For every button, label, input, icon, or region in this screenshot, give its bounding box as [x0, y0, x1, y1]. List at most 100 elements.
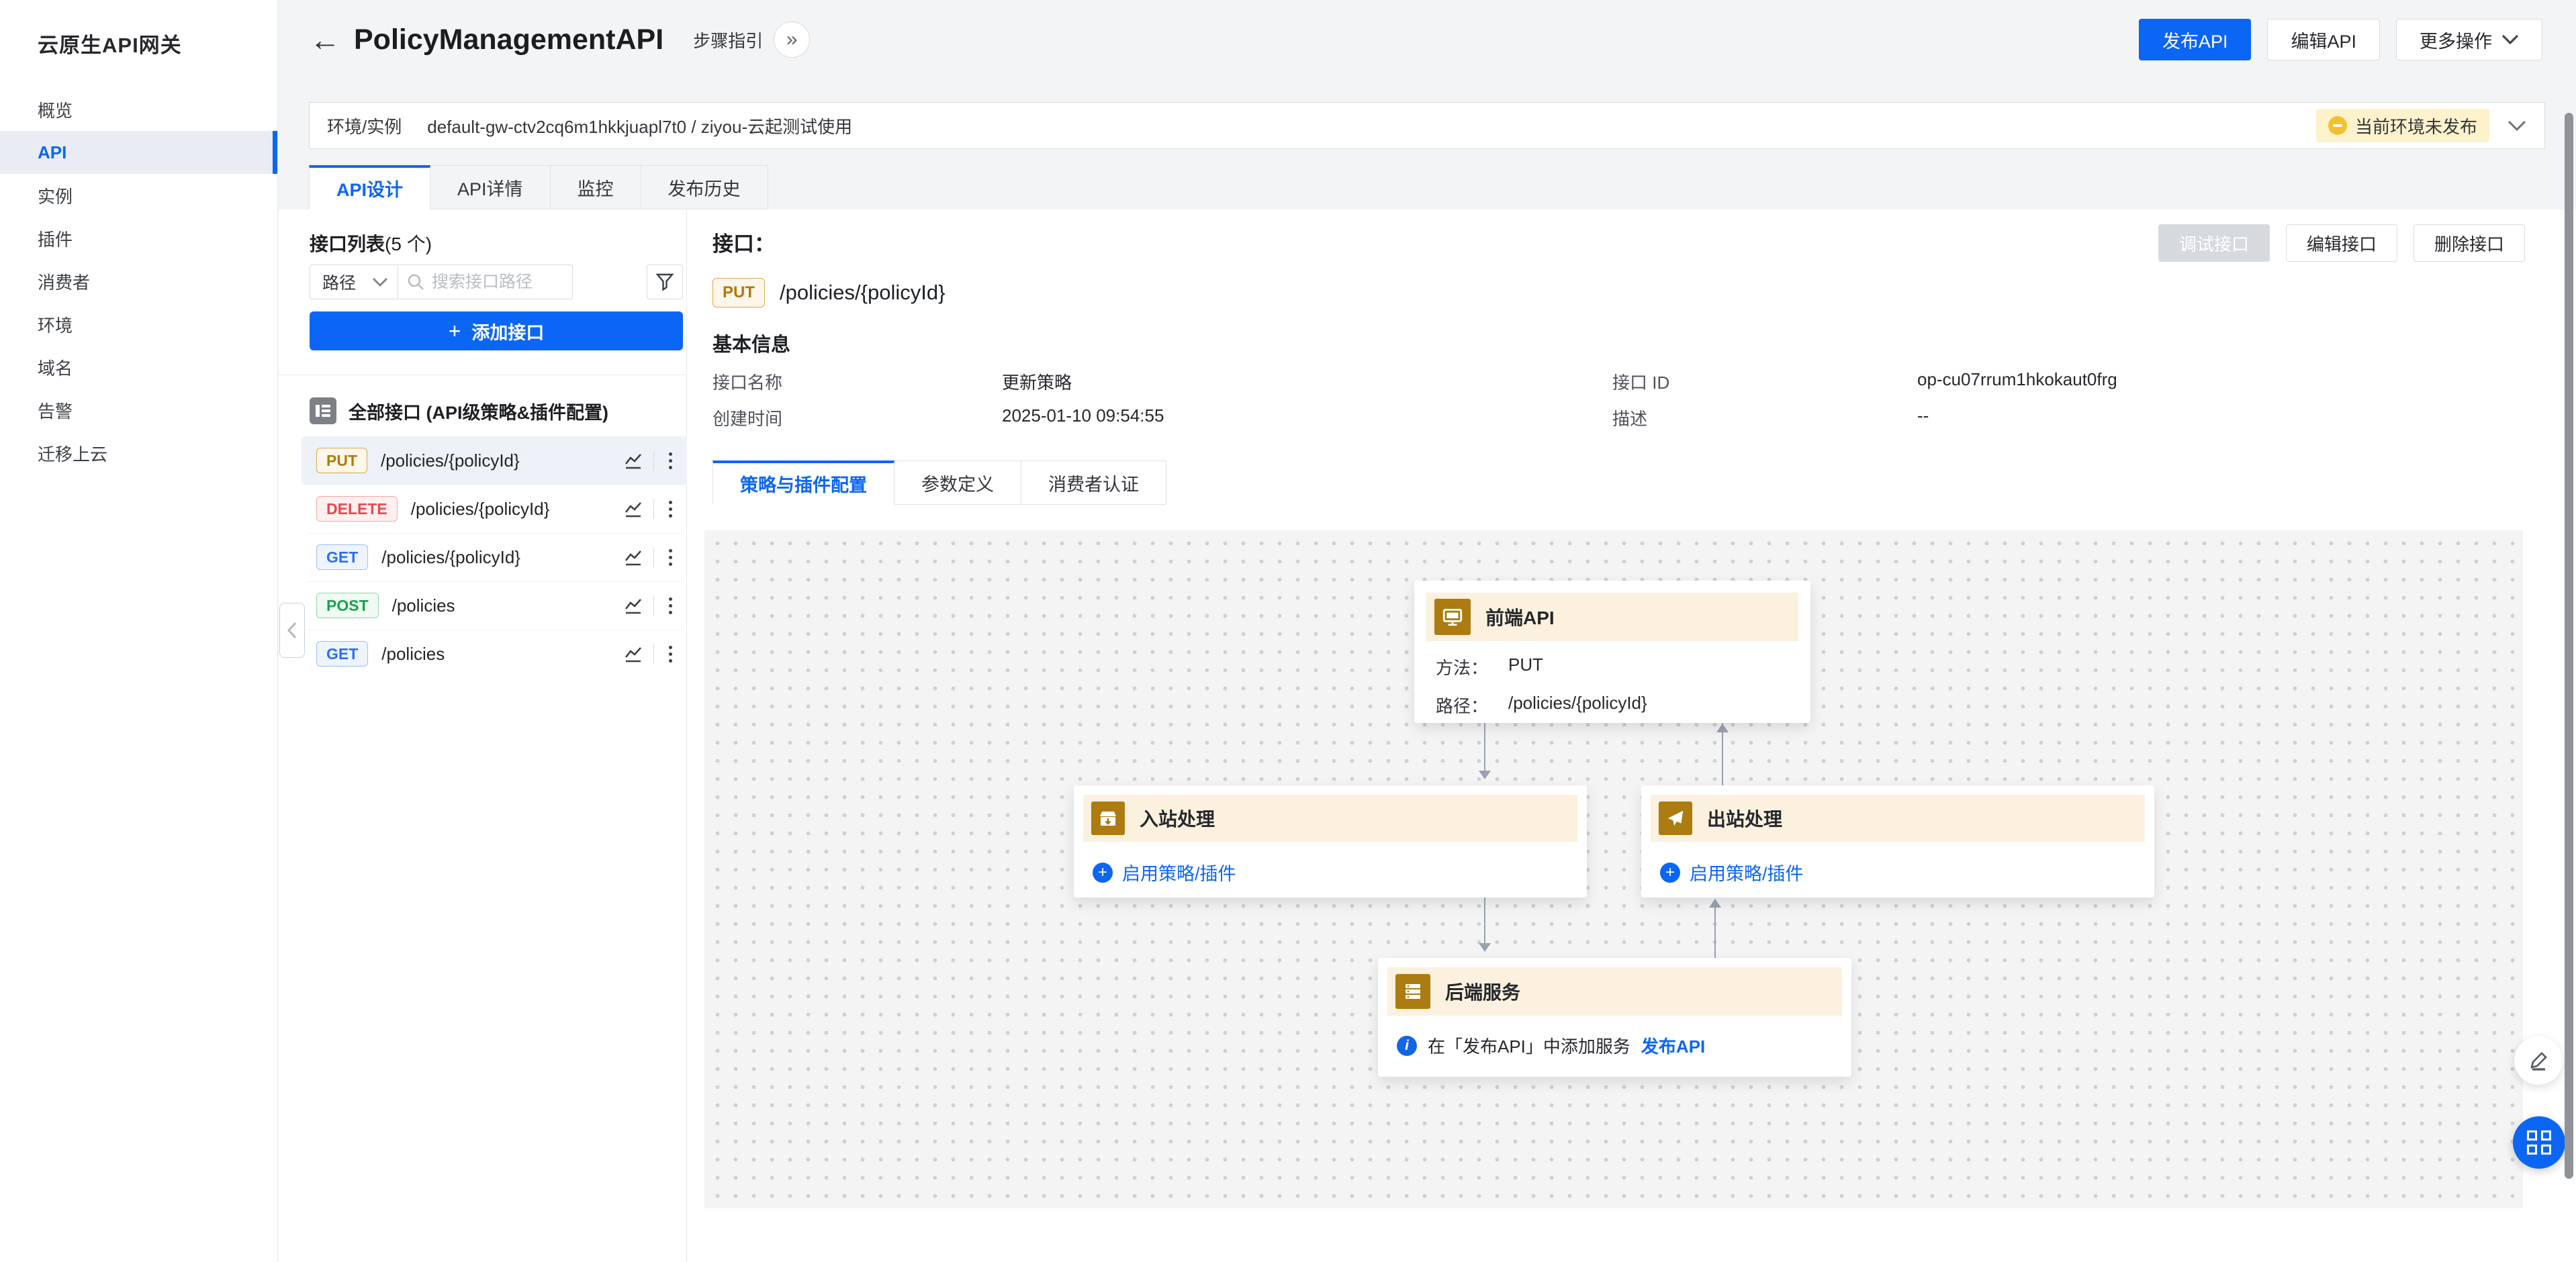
- quick-menu-button[interactable]: [2513, 1116, 2565, 1169]
- sidebar-item-alerts[interactable]: 告警: [0, 389, 277, 432]
- edit-api-button[interactable]: 编辑API: [2267, 19, 2380, 60]
- inbox-arrow-icon: [1091, 802, 1125, 835]
- chevron-down-icon[interactable]: [2507, 119, 2527, 132]
- method-value: PUT: [1508, 654, 1543, 679]
- search-input[interactable]: [432, 273, 553, 292]
- minus-circle-icon: [2328, 116, 2347, 135]
- tab-api-details[interactable]: API详情: [430, 165, 551, 209]
- info-value-created: 2025-01-10 09:54:55: [1002, 405, 1164, 426]
- subtab-consumer-auth[interactable]: 消费者认证: [1021, 460, 1166, 505]
- chart-icon[interactable]: [623, 595, 644, 616]
- kebab-menu-icon[interactable]: [663, 450, 678, 472]
- guide-expand-button[interactable]: »: [774, 21, 810, 58]
- method-badge: PUT: [316, 448, 367, 473]
- add-endpoint-button[interactable]: + 添加接口: [310, 311, 683, 350]
- chevron-left-icon: [287, 621, 297, 640]
- arrow-up-icon: [1709, 899, 1721, 908]
- tab-monitoring[interactable]: 监控: [551, 165, 641, 209]
- kebab-menu-icon[interactable]: [663, 546, 678, 569]
- enable-policy-link[interactable]: + 启用策略/插件: [1660, 859, 2145, 885]
- api-list-controls: 路径: [310, 264, 683, 299]
- sidebar-item-instances[interactable]: 实例: [0, 174, 277, 217]
- publish-api-button[interactable]: 发布API: [2139, 19, 2252, 60]
- environment-selector[interactable]: 环境/实例 default-gw-ctv2cq6m1hkkjuapl7t0 / …: [309, 102, 2545, 149]
- sidebar-item-api[interactable]: API: [0, 131, 277, 174]
- endpoint-actions: 调试接口 编辑接口 删除接口: [2158, 224, 2525, 262]
- filter-field-select[interactable]: 路径: [310, 264, 398, 299]
- api-group-header[interactable]: 全部接口 (API级策略&插件配置): [310, 396, 608, 426]
- list-item-get-policies[interactable]: GET /policies: [302, 630, 687, 678]
- more-actions-button[interactable]: 更多操作: [2396, 19, 2542, 60]
- sidebar-item-migration[interactable]: 迁移上云: [0, 432, 277, 475]
- environment-status: 当前环境未发布: [2316, 109, 2527, 142]
- header-actions: 发布API 编辑API 更多操作: [2139, 19, 2542, 60]
- basic-info-title: 基本信息: [712, 329, 790, 357]
- kebab-menu-icon[interactable]: [663, 498, 678, 520]
- feedback-pencil-button[interactable]: [2514, 1036, 2563, 1085]
- sidebar-item-overview[interactable]: 概览: [0, 88, 277, 131]
- chart-icon[interactable]: [623, 643, 644, 665]
- vertical-scrollbar[interactable]: [2565, 113, 2573, 1179]
- enable-policy-link[interactable]: + 启用策略/插件: [1093, 859, 1577, 885]
- back-arrow-icon[interactable]: ←: [310, 24, 340, 55]
- backend-service-node[interactable]: 后端服务 i 在「发布API」中添加服务 发布API: [1378, 958, 1851, 1077]
- page-title: PolicyManagementAPI: [354, 23, 663, 56]
- method-badge: GET: [316, 641, 368, 667]
- grid-icon: [2527, 1130, 2551, 1155]
- method-badge: GET: [316, 544, 368, 570]
- sidebar-item-domains[interactable]: 域名: [0, 346, 277, 389]
- endpoint-path: /policies/{policyId}: [780, 281, 945, 305]
- guide-label: 步骤指引: [693, 28, 763, 52]
- list-item-put-policy[interactable]: PUT /policies/{policyId}: [302, 436, 687, 485]
- filter-button[interactable]: [647, 264, 683, 299]
- subtab-policy-plugin[interactable]: 策略与插件配置: [712, 460, 894, 505]
- info-label-created: 创建时间: [712, 405, 782, 430]
- frontend-api-node[interactable]: 前端API 方法：PUT 路径：/policies/{policyId}: [1414, 581, 1810, 723]
- inbound-processing-node[interactable]: 入站处理 + 启用策略/插件: [1074, 785, 1587, 897]
- chart-icon[interactable]: [623, 450, 644, 471]
- sidebar: 云原生API网关 概览 API 实例 插件 消费者 环境 域名 告警 迁移上云: [0, 0, 278, 1262]
- sidebar-collapse-handle[interactable]: [279, 603, 305, 658]
- outbound-processing-node[interactable]: 出站处理 + 启用策略/插件: [1641, 785, 2154, 897]
- kebab-menu-icon[interactable]: [663, 643, 678, 665]
- environment-label: 环境/实例: [327, 113, 402, 138]
- api-list-count: (5 个): [385, 234, 432, 254]
- info-value-description: --: [1917, 405, 1929, 426]
- arrow-up-icon: [1716, 724, 1729, 732]
- arrow-down-icon: [1479, 771, 1491, 779]
- endpoint-detail-title: 接口：: [712, 227, 775, 257]
- endpoint-path-row: PUT /policies/{policyId}: [712, 278, 945, 307]
- list-item-get-policy[interactable]: GET /policies/{policyId}: [302, 533, 687, 581]
- content-area: 接口列表(5 个) 路径 + 添加接口 全部接口 (API级策略&插件配置): [279, 209, 2576, 1262]
- method-badge: POST: [316, 593, 379, 618]
- connector-backend-to-outbound: [1714, 900, 1716, 958]
- sidebar-item-environments[interactable]: 环境: [0, 303, 277, 346]
- delete-endpoint-button[interactable]: 删除接口: [2413, 224, 2525, 262]
- list-item-delete-policy[interactable]: DELETE /policies/{policyId}: [302, 485, 687, 533]
- search-box: [398, 264, 573, 299]
- sidebar-menu: 概览 API 实例 插件 消费者 环境 域名 告警 迁移上云: [0, 88, 277, 475]
- api-endpoint-list: PUT /policies/{policyId} DELETE /policie…: [302, 436, 687, 678]
- kebab-menu-icon[interactable]: [663, 595, 678, 617]
- plus-circle-icon: +: [1660, 863, 1680, 883]
- policy-flow-canvas[interactable]: 前端API 方法：PUT 路径：/policies/{policyId} 入站处…: [704, 530, 2523, 1208]
- list-item-post-policies[interactable]: POST /policies: [302, 581, 687, 630]
- edit-endpoint-button[interactable]: 编辑接口: [2286, 224, 2397, 262]
- path-label: 路径：: [1436, 693, 1508, 718]
- method-badge: DELETE: [316, 496, 398, 522]
- subtab-parameters[interactable]: 参数定义: [894, 460, 1021, 505]
- chart-icon[interactable]: [623, 546, 644, 568]
- debug-endpoint-button[interactable]: 调试接口: [2158, 224, 2270, 262]
- sidebar-item-plugins[interactable]: 插件: [0, 217, 277, 260]
- sidebar-item-consumers[interactable]: 消费者: [0, 260, 277, 303]
- main-tabs: API设计 API详情 监控 发布历史: [309, 165, 768, 209]
- info-value-name: 更新策略: [1002, 369, 1072, 394]
- chart-icon[interactable]: [623, 498, 644, 520]
- sidebar-title: 云原生API网关: [0, 0, 277, 58]
- info-circle-icon: i: [1397, 1036, 1417, 1056]
- detail-sub-tabs: 策略与插件配置 参数定义 消费者认证: [712, 460, 1166, 505]
- tab-publish-history[interactable]: 发布历史: [641, 165, 768, 209]
- chevron-down-icon: [2501, 34, 2519, 45]
- publish-api-link[interactable]: 发布API: [1641, 1033, 1705, 1058]
- tab-api-design[interactable]: API设计: [309, 165, 430, 209]
